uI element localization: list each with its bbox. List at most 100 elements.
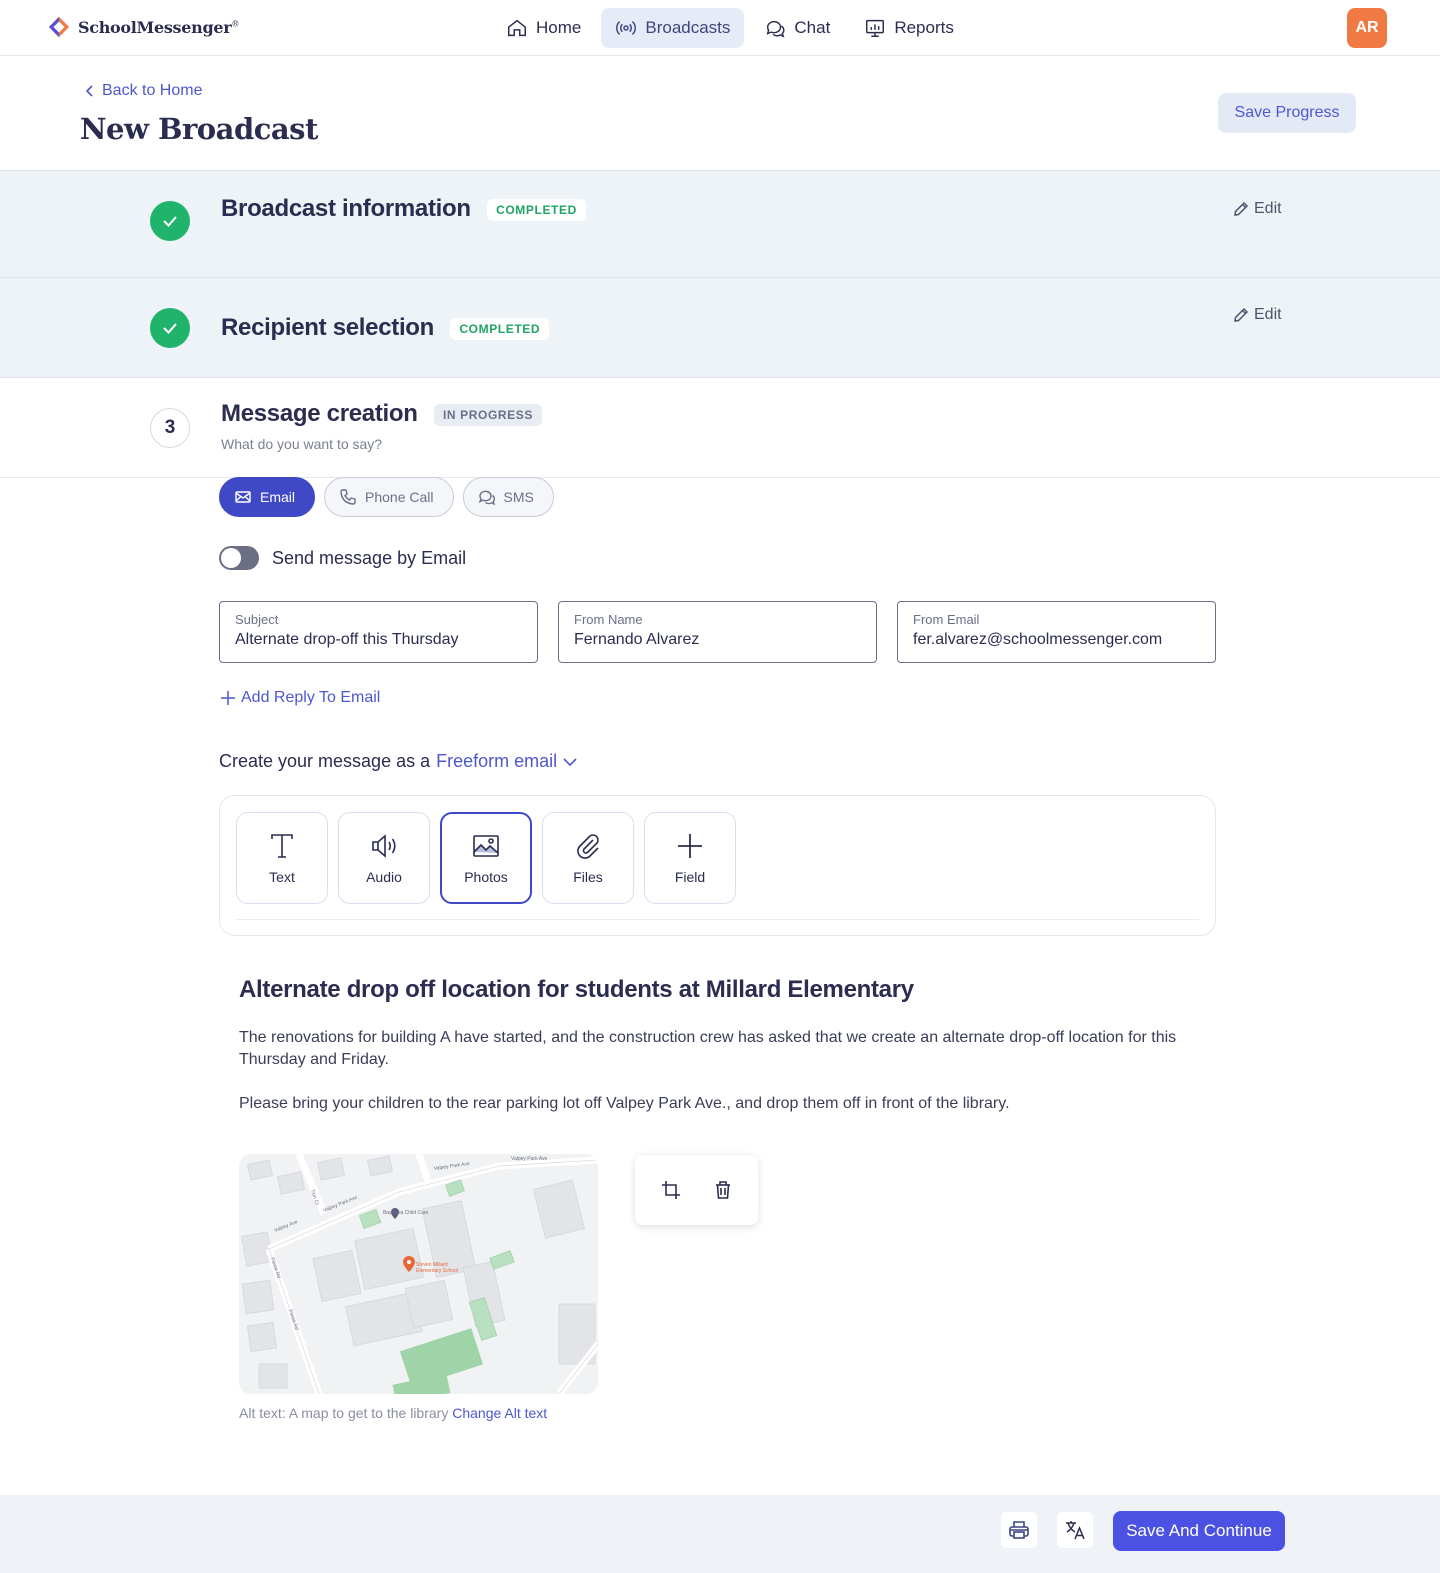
translate-icon [1066, 1521, 1085, 1540]
nav-home[interactable]: Home [492, 8, 595, 48]
step-number: 3 [150, 408, 190, 448]
nav-home-label: Home [536, 18, 582, 37]
step-title: Broadcast information COMPLETED [221, 195, 586, 223]
subject-input[interactable] [235, 631, 522, 649]
nav-broadcasts[interactable]: Broadcasts [601, 8, 745, 48]
tool-photos-label: Photos [464, 869, 508, 885]
message-type-dropdown[interactable]: Freeform email [436, 751, 577, 772]
step-title: Message creation IN PROGRESS [221, 400, 542, 428]
step-title-text: Recipient selection [221, 314, 435, 341]
tool-files-label: Files [573, 869, 603, 885]
content-tools: Text Audio Photos Files Field [236, 812, 736, 904]
tab-phone-call[interactable]: Phone Call [324, 477, 454, 517]
edit-step-button[interactable]: Edit [1232, 200, 1282, 218]
edit-step-button[interactable]: Edit [1232, 306, 1282, 324]
map-poi-label: Bay Area Child Care [383, 1210, 429, 1216]
add-reply-to-email-link[interactable]: Add Reply To Email [220, 689, 380, 707]
tool-field-label: Field [674, 869, 706, 885]
tool-text-label: Text [269, 869, 295, 885]
content-toolbox: Text Audio Photos Files Field [219, 795, 1216, 936]
from-email-field[interactable]: From Email [897, 601, 1216, 663]
from-email-label: From Email [913, 612, 980, 627]
step-title-text: Broadcast information [221, 195, 471, 222]
pencil-icon [1234, 201, 1249, 216]
photo-icon [473, 835, 499, 857]
broadcast-icon [616, 21, 637, 35]
toolbox-divider [236, 919, 1199, 920]
translate-button[interactable] [1057, 1512, 1093, 1548]
status-badge: IN PROGRESS [434, 403, 542, 426]
message-paragraph[interactable]: Please bring your children to the rear p… [239, 1093, 1199, 1115]
from-email-input[interactable] [913, 631, 1200, 649]
save-and-continue-button[interactable]: Save And Continue [1113, 1511, 1285, 1551]
page-title: New Broadcast [80, 112, 318, 146]
step-complete-check [150, 201, 190, 241]
tool-audio-label: Audio [366, 869, 402, 885]
top-navigation: SchoolMessenger® Home Broadcasts Chat Re… [0, 0, 1440, 56]
change-alt-text-link[interactable]: Change Alt text [452, 1405, 547, 1421]
tab-sms-label: SMS [503, 489, 534, 505]
image-tools-popover [635, 1155, 758, 1225]
from-name-input[interactable] [574, 631, 861, 649]
pencil-icon [1234, 307, 1249, 322]
nav-reports-label: Reports [894, 18, 954, 37]
main-nav: Home Broadcasts Chat Reports [492, 8, 968, 48]
crop-icon[interactable] [660, 1179, 682, 1201]
tool-field[interactable]: Field [644, 812, 736, 904]
from-name-field[interactable]: From Name [558, 601, 877, 663]
print-button[interactable] [1001, 1512, 1037, 1548]
nav-broadcasts-label: Broadcasts [645, 18, 731, 37]
map-graphic: Valpey Park Ave Valpey Park Ave Valpey P… [239, 1154, 598, 1394]
logo[interactable]: SchoolMessenger® [48, 16, 239, 38]
tool-photos[interactable]: Photos [440, 812, 532, 904]
trash-icon[interactable] [712, 1179, 734, 1201]
paperclip-icon [577, 834, 599, 859]
step-title: Recipient selection COMPLETED [221, 314, 550, 342]
check-icon [163, 323, 177, 334]
back-to-home-link[interactable]: Back to Home [84, 82, 202, 100]
subject-field[interactable]: Subject [219, 601, 538, 663]
reports-icon [866, 19, 885, 37]
step-broadcast-information: Broadcast information COMPLETED Edit [0, 170, 1440, 277]
message-paragraph[interactable]: The renovations for building A have star… [239, 1027, 1199, 1071]
nav-reports[interactable]: Reports [850, 8, 968, 48]
step-subtitle: What do you want to say? [221, 436, 383, 452]
map-poi-label: Elementary School [416, 1268, 458, 1274]
alt-text-row: Alt text: A map to get to the library Ch… [239, 1405, 547, 1421]
logo-text: SchoolMessenger® [78, 17, 240, 37]
status-badge: COMPLETED [487, 198, 586, 221]
chevron-left-icon [85, 85, 93, 97]
mail-icon [235, 491, 251, 503]
save-progress-button[interactable]: Save Progress [1218, 93, 1356, 133]
step-title-text: Message creation [221, 400, 418, 427]
user-avatar[interactable]: AR [1347, 8, 1387, 48]
nav-chat[interactable]: Chat [750, 8, 844, 48]
back-link-label: Back to Home [102, 82, 203, 99]
tab-email[interactable]: Email [219, 477, 316, 517]
step-complete-check [150, 308, 190, 348]
alt-text-value: Alt text: A map to get to the library [239, 1405, 449, 1421]
chat-icon [766, 20, 785, 38]
printer-icon [1009, 1521, 1029, 1539]
subject-label: Subject [235, 612, 279, 627]
tool-files[interactable]: Files [542, 812, 634, 904]
bottom-action-bar: Save And Continue [0, 1495, 1440, 1573]
send-by-email-toggle[interactable] [219, 546, 259, 570]
message-type-row: Create your message as a Freeform email [219, 751, 577, 772]
map-image[interactable]: Valpey Park Ave Valpey Park Ave Valpey P… [239, 1154, 598, 1394]
message-type-prefix: Create your message as a [219, 751, 431, 771]
logo-mark-icon [48, 16, 70, 38]
map-street-label: Valpey Park Ave [511, 1156, 547, 1162]
home-icon [508, 19, 526, 37]
edit-label: Edit [1254, 200, 1282, 217]
from-name-label: From Name [574, 612, 643, 627]
toggle-label: Send message by Email [272, 547, 467, 568]
tab-sms[interactable]: SMS [462, 477, 554, 517]
message-heading[interactable]: Alternate drop off location for students… [239, 976, 914, 1004]
text-icon [271, 834, 293, 858]
plus-icon [221, 691, 235, 705]
tool-text[interactable]: Text [236, 812, 328, 904]
audio-icon [372, 834, 396, 858]
channel-tabs: Email Phone Call SMS [219, 477, 554, 517]
tool-audio[interactable]: Audio [338, 812, 430, 904]
